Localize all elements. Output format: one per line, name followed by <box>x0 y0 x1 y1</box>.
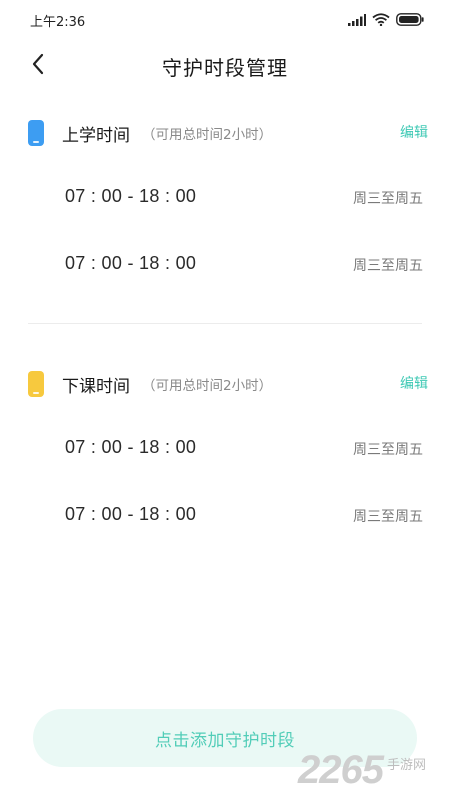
time-range: 07 : 00 - 18 : 00 <box>65 253 197 273</box>
status-bar: 上午2:36 <box>0 0 450 40</box>
time-days: 周三至周五 <box>353 258 423 274</box>
time-row[interactable]: 07 : 00 - 18 : 00 周三至周五 <box>0 429 450 469</box>
watermark-text: 手游网 <box>386 757 426 773</box>
signal-icon <box>348 11 366 30</box>
edit-button[interactable]: 编辑 <box>400 122 428 142</box>
chevron-left-icon <box>31 53 45 79</box>
time-range: 07 : 00 - 18 : 00 <box>65 504 197 524</box>
section-subtitle: （可用总时间2小时） <box>142 127 273 143</box>
section-title: 上学时间 <box>62 125 130 146</box>
phone-icon <box>28 120 44 146</box>
page-title: 守护时段管理 <box>162 55 288 80</box>
time-row[interactable]: 07 : 00 - 18 : 00 周三至周五 <box>0 496 450 536</box>
section-header: 上学时间 （可用总时间2小时） 编辑 <box>28 118 428 148</box>
battery-icon <box>396 11 424 30</box>
time-range: 07 : 00 - 18 : 00 <box>65 437 197 457</box>
time-row[interactable]: 07 : 00 - 18 : 00 周三至周五 <box>0 245 450 285</box>
edit-button[interactable]: 编辑 <box>400 373 428 393</box>
wifi-icon <box>372 11 390 30</box>
section-header: 下课时间 （可用总时间2小时） 编辑 <box>28 369 428 399</box>
status-time: 上午2:36 <box>30 14 86 30</box>
status-icons <box>348 11 424 30</box>
watermark-logo: 2265 <box>298 748 384 792</box>
section-title: 下课时间 <box>62 376 130 397</box>
nav-bar: 守护时段管理 <box>0 44 450 88</box>
phone-icon <box>28 371 44 397</box>
section-subtitle: （可用总时间2小时） <box>142 378 273 394</box>
section-divider <box>28 323 422 324</box>
time-days: 周三至周五 <box>353 442 423 458</box>
time-row[interactable]: 07 : 00 - 18 : 00 周三至周五 <box>0 178 450 218</box>
time-days: 周三至周五 <box>353 509 423 525</box>
back-button[interactable] <box>22 50 54 82</box>
time-range: 07 : 00 - 18 : 00 <box>65 186 197 206</box>
watermark: 2265 手游网 <box>298 745 448 795</box>
time-days: 周三至周五 <box>353 191 423 207</box>
